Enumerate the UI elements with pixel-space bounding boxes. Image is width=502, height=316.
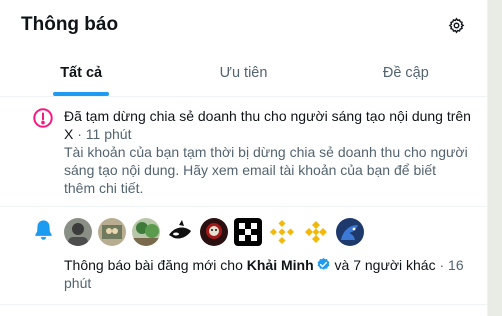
notification-suffix: và 7 người khác — [330, 257, 436, 273]
avatar[interactable] — [132, 218, 160, 246]
tab-priority[interactable]: Ưu tiên — [162, 50, 324, 96]
avatar[interactable] — [64, 218, 92, 246]
avatar[interactable] — [200, 218, 228, 246]
tab-label: Ưu tiên — [219, 65, 268, 81]
verified-badge-icon — [316, 257, 331, 272]
gear-icon[interactable] — [446, 15, 466, 35]
avatar[interactable] — [268, 218, 296, 246]
avatar-row — [64, 218, 471, 246]
notification-item[interactable]: Đã tạm dừng chia sẻ doanh thu cho người … — [0, 97, 487, 207]
user-name-link[interactable]: Khải Minh — [247, 257, 314, 273]
alert-circle-icon — [32, 108, 54, 133]
tab-mentions[interactable]: Đề cập — [325, 50, 487, 96]
tab-all[interactable]: Tất cả — [0, 50, 162, 96]
header: Thông báo — [0, 0, 487, 50]
notification-detail: Tài khoản của bạn tạm thời bị dừng chia … — [64, 144, 468, 196]
bell-icon — [32, 220, 55, 245]
avatar[interactable] — [166, 218, 194, 246]
timestamp: 11 phút — [85, 126, 132, 142]
separator: · — [73, 126, 86, 142]
notification-item[interactable]: Thông báo bài đăng mới cho Khải Minh và … — [0, 207, 487, 305]
tab-bar: Tất cả Ưu tiên Đề cập — [0, 50, 487, 97]
background-strip — [488, 0, 502, 316]
tab-label: Đề cập — [382, 65, 429, 81]
avatar[interactable] — [234, 218, 262, 246]
active-tab-indicator — [53, 92, 110, 96]
avatar[interactable] — [98, 218, 126, 246]
notifications-panel: Thông báo Tất cả Ưu tiên Đề cập Đã tạm d… — [0, 0, 488, 316]
avatar[interactable] — [336, 218, 364, 246]
tab-label: Tất cả — [60, 65, 103, 81]
page-title: Thông báo — [21, 14, 119, 35]
separator: · — [435, 257, 449, 273]
notification-prefix: Thông báo bài đăng mới cho — [64, 257, 243, 273]
avatar[interactable] — [302, 218, 330, 246]
